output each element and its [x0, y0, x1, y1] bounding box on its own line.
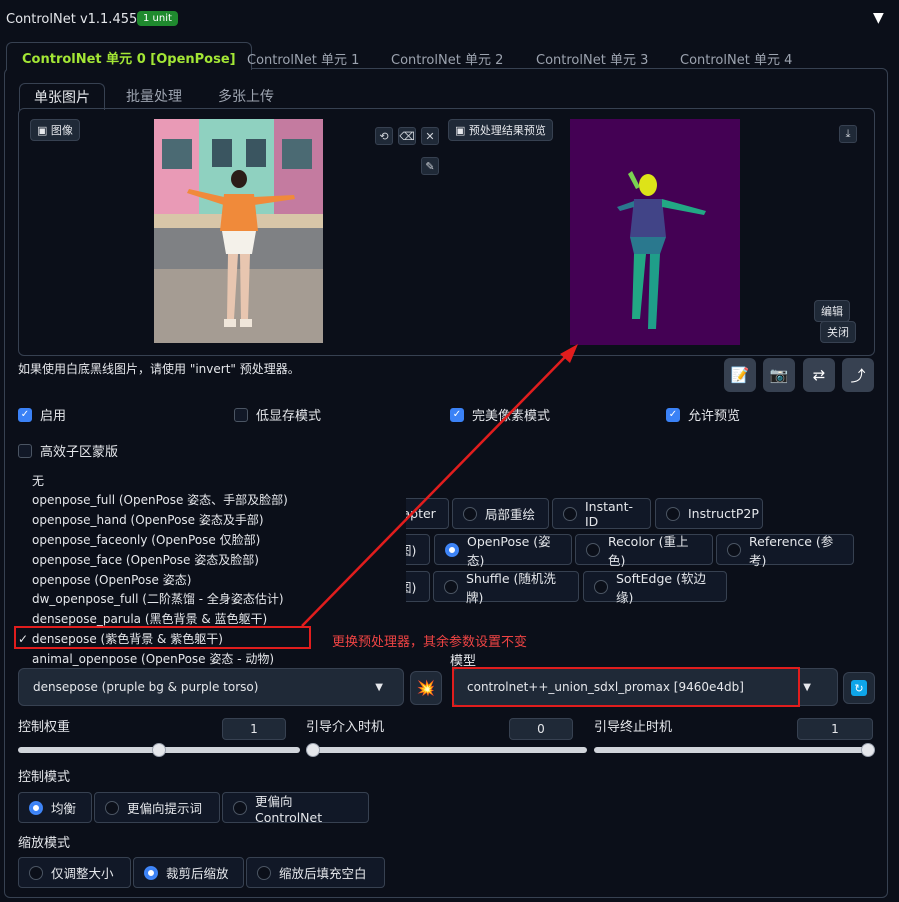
radio-dot	[233, 800, 247, 815]
start-label: 引导介入时机	[306, 720, 385, 735]
resize-mode-just-resize[interactable]: 仅调整大小	[18, 857, 131, 888]
end-slider[interactable]	[594, 747, 875, 753]
start-slider-thumb[interactable]	[306, 743, 320, 757]
weight-slider-thumb[interactable]	[152, 743, 166, 757]
end-slider-thumb[interactable]	[861, 743, 875, 757]
resize-mode-crop-resize[interactable]: 裁剪后缩放	[133, 857, 244, 888]
run-preprocessor-icon[interactable]: 💥	[410, 671, 442, 705]
radio-dot	[105, 800, 119, 815]
control-mode-balanced[interactable]: 均衡	[18, 792, 92, 823]
refresh-icon: ↻	[851, 680, 867, 696]
resize-mode-label: 缩放模式	[18, 836, 71, 851]
controlnet-panel: ControlNet v1.1.455 1 unit ▼ ControlNet …	[0, 0, 899, 902]
end-label: 引导终止时机	[594, 720, 673, 735]
weight-label: 控制权重	[18, 720, 71, 735]
dropdown-arrow-icon: ▼	[803, 681, 811, 693]
radio-dot	[257, 865, 271, 880]
weight-input[interactable]: 1	[222, 718, 286, 740]
control-mode-label: 控制模式	[18, 770, 71, 785]
control-mode-controlnet[interactable]: 更偏向 ControlNet	[222, 792, 369, 825]
dropdown-arrow-icon: ▼	[375, 681, 383, 693]
refresh-models-button[interactable]: ↻	[843, 672, 875, 704]
annotation-arrow	[301, 344, 578, 627]
control-mode-prompt[interactable]: 更偏向提示词	[94, 792, 220, 823]
start-input[interactable]: 0	[509, 718, 573, 740]
radio-dot	[29, 865, 43, 880]
preprocessor-select[interactable]: densepose (pruple bg & purple torso) ▼	[18, 668, 404, 706]
resize-mode-resize-fill[interactable]: 缩放后填充空白	[246, 857, 385, 888]
highlight-model	[452, 667, 800, 707]
start-slider[interactable]	[306, 747, 587, 753]
end-input[interactable]: 1	[797, 718, 873, 740]
radio-dot-selected	[144, 865, 158, 880]
radio-dot-selected	[29, 800, 43, 815]
